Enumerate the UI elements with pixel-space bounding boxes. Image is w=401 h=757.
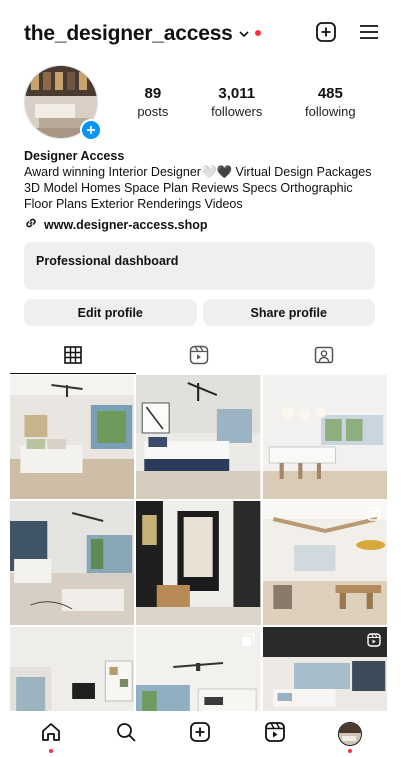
carousel-badge-icon xyxy=(241,633,255,652)
stat-posts[interactable]: 89 posts xyxy=(137,85,168,119)
profile-avatar xyxy=(337,722,362,746)
stat-label: following xyxy=(305,104,356,119)
stat-label: followers xyxy=(211,104,263,119)
post-thumbnail[interactable] xyxy=(10,501,135,625)
share-profile-button[interactable]: Share profile xyxy=(202,299,375,326)
bio-line: Floor Plans Exterior Renderings Videos xyxy=(24,197,243,211)
search-icon xyxy=(115,721,137,748)
stat-value: 3,011 xyxy=(218,85,256,102)
tab-reels[interactable] xyxy=(136,340,262,374)
bottom-nav xyxy=(0,711,401,757)
notification-dot xyxy=(254,30,261,36)
edit-profile-button[interactable]: Edit profile xyxy=(24,299,197,326)
post-thumbnail[interactable] xyxy=(262,501,387,625)
profile-header: the_designer_access xyxy=(24,18,379,50)
notification-dot xyxy=(49,749,54,753)
notification-dot xyxy=(347,749,352,753)
menu-icon[interactable] xyxy=(359,23,379,46)
profile-summary: 89 posts 3,011 followers 485 following xyxy=(24,64,377,141)
tagged-icon xyxy=(314,345,334,370)
link-icon xyxy=(24,216,38,233)
stat-followers[interactable]: 3,011 followers xyxy=(211,85,262,119)
website-link[interactable]: www.designer-access.shop xyxy=(24,216,207,233)
bio: Designer Access Award winning Interior D… xyxy=(24,148,383,212)
professional-dashboard[interactable]: Professional dashboard xyxy=(24,242,375,290)
reel-badge-icon xyxy=(367,633,381,652)
nav-home[interactable] xyxy=(36,719,66,753)
profile-actions: Edit profile Share profile xyxy=(24,299,375,326)
nav-search[interactable] xyxy=(111,719,141,749)
post-thumbnail[interactable] xyxy=(262,627,387,711)
post-thumbnail[interactable] xyxy=(10,375,135,499)
post-thumbnail[interactable] xyxy=(10,627,135,711)
post-thumbnail[interactable] xyxy=(136,627,261,711)
stat-value: 485 xyxy=(317,85,343,102)
content-tabs xyxy=(10,340,387,374)
bio-line: 3D Model Homes Space Plan Reviews Specs … xyxy=(24,181,353,195)
stats: 89 posts 3,011 followers 485 following xyxy=(116,85,377,119)
create-icon xyxy=(189,721,211,748)
nav-reels[interactable] xyxy=(260,719,290,749)
bio-line: Award winning Interior Designer🤍🖤 Virtua… xyxy=(24,165,372,179)
tab-posts[interactable] xyxy=(10,340,136,374)
display-name: Designer Access xyxy=(24,149,125,163)
reels-icon xyxy=(189,345,209,370)
add-story-icon[interactable] xyxy=(80,119,102,141)
stat-value: 89 xyxy=(144,85,162,102)
avatar-wrap[interactable] xyxy=(24,65,102,141)
dashboard-label: Professional dashboard xyxy=(36,254,179,268)
post-thumbnail[interactable] xyxy=(136,501,261,625)
nav-create[interactable] xyxy=(185,719,215,749)
post-thumbnail[interactable] xyxy=(136,375,261,499)
reels-icon xyxy=(264,721,286,748)
grid-icon xyxy=(64,345,82,369)
link-text[interactable]: www.designer-access.shop xyxy=(44,218,207,232)
stat-label: posts xyxy=(137,104,169,119)
new-post-icon[interactable] xyxy=(315,21,337,48)
home-icon xyxy=(40,721,62,748)
nav-profile[interactable] xyxy=(335,719,365,753)
reel-badge-icon xyxy=(367,507,381,526)
chevron-down-icon[interactable] xyxy=(239,30,249,38)
username[interactable]: the_designer_access xyxy=(24,22,233,46)
post-thumbnail[interactable] xyxy=(262,375,387,499)
tab-tagged[interactable] xyxy=(261,340,387,374)
stat-following[interactable]: 485 following xyxy=(305,85,356,119)
posts-grid xyxy=(10,375,387,711)
